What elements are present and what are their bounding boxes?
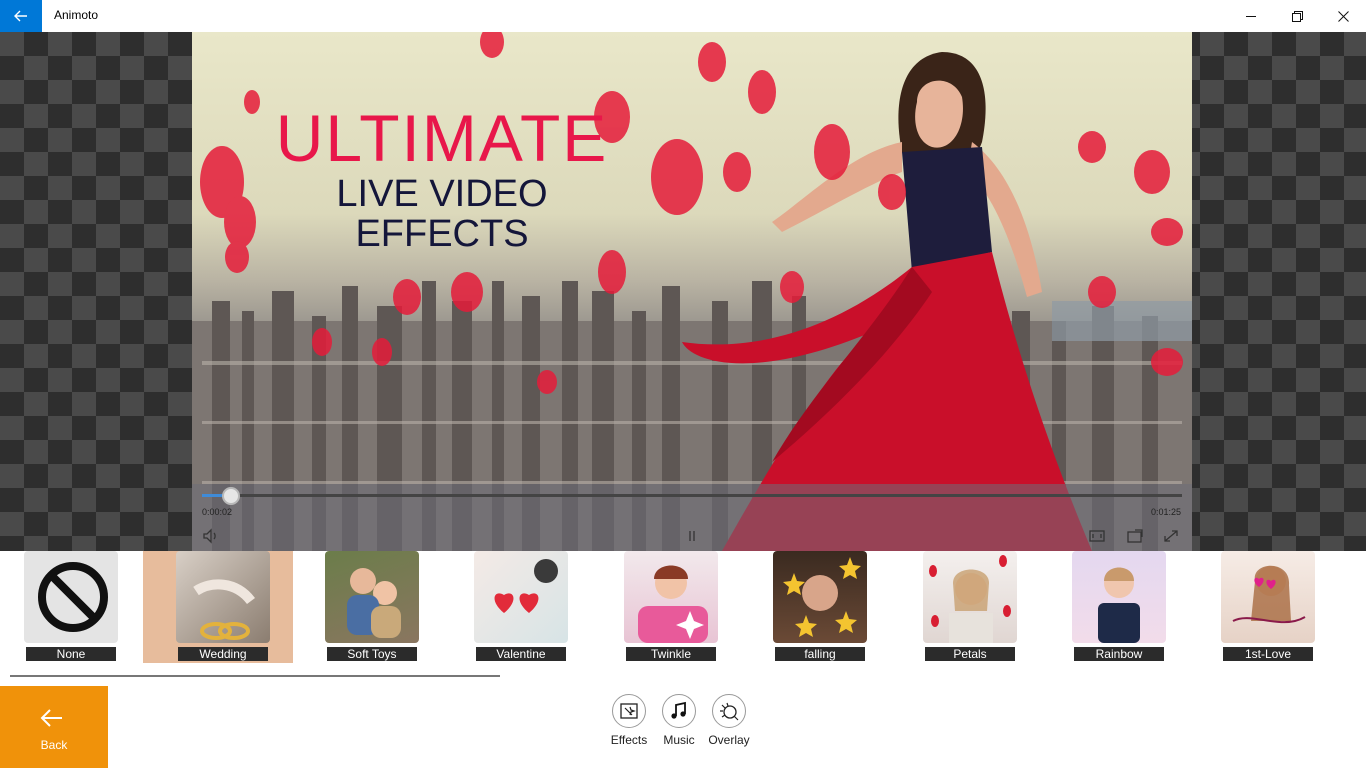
- overlay-title-line2: LIVE VIDEO EFFECTS: [336, 173, 548, 255]
- effect-label: Rainbow: [1074, 647, 1164, 661]
- overlay-icon: [712, 694, 746, 728]
- pause-button[interactable]: [683, 528, 701, 544]
- children-thumbnail: [325, 551, 419, 643]
- valentine-hearts-thumbnail: [474, 551, 568, 643]
- back-button[interactable]: Back: [0, 686, 108, 768]
- effect-label: None: [26, 647, 116, 661]
- effect-soft-toys[interactable]: Soft Toys: [325, 551, 419, 663]
- effect-valentine[interactable]: Valentine: [474, 551, 568, 663]
- effects-tool-button[interactable]: Effects: [604, 694, 654, 754]
- seek-bar[interactable]: [202, 487, 1182, 505]
- restore-button[interactable]: [1274, 0, 1320, 32]
- total-time: 0:01:25: [1151, 507, 1182, 517]
- aspect-ratio-icon: [1089, 530, 1105, 542]
- effect-label: Petals: [925, 647, 1015, 661]
- minimize-button[interactable]: [1228, 0, 1274, 32]
- effect-petals[interactable]: Petals: [923, 551, 1017, 663]
- effect-1st-love[interactable]: 1st-Love: [1221, 551, 1315, 663]
- effect-rainbow[interactable]: Rainbow: [1072, 551, 1166, 663]
- tool-label: Overlay: [708, 733, 750, 747]
- effect-label: Soft Toys: [327, 647, 417, 661]
- arrow-left-icon: [14, 10, 27, 22]
- minimize-icon: [1246, 16, 1256, 17]
- aspect-ratio-button[interactable]: [1088, 528, 1106, 544]
- app-title: Animoto: [54, 8, 99, 22]
- falling-stars-thumbnail: [773, 551, 867, 643]
- fullscreen-icon: [1164, 530, 1178, 542]
- close-icon: [1337, 10, 1349, 22]
- elapsed-time: 0:00:02: [202, 507, 233, 517]
- twinkle-girl-thumbnail: [624, 551, 718, 643]
- back-label: Back: [40, 738, 68, 752]
- no-entry-icon: [24, 551, 118, 643]
- rainbow-woman-thumbnail: [1072, 551, 1166, 643]
- effect-label: Wedding: [178, 647, 268, 661]
- video-title-overlay: ULTIMATE LIVE VIDEO EFFECTS: [262, 102, 622, 254]
- effect-label: 1st-Love: [1223, 647, 1313, 661]
- effects-strip: None Wedding Soft Toys Valentine Twinkle…: [0, 551, 1366, 669]
- tool-label: Music: [663, 733, 695, 747]
- fullscreen-button[interactable]: [1162, 528, 1180, 544]
- preview-stage: ULTIMATE LIVE VIDEO EFFECTS 0:00:02 0:01…: [0, 32, 1366, 551]
- arrow-left-icon: [40, 709, 62, 727]
- close-button[interactable]: [1320, 0, 1366, 32]
- music-note-icon: [662, 694, 696, 728]
- wedding-rings-thumbnail: [176, 551, 270, 643]
- overlay-tool-button[interactable]: Overlay: [704, 694, 754, 754]
- restore-icon: [1291, 10, 1303, 22]
- effects-scrollbar[interactable]: [10, 675, 500, 677]
- music-tool-button[interactable]: Music: [654, 694, 704, 754]
- effect-label: Twinkle: [626, 647, 716, 661]
- media-controls: 0:00:02 0:01:25: [192, 484, 1192, 551]
- effect-label: falling: [775, 647, 865, 661]
- speaker-icon: [203, 528, 216, 544]
- pause-icon: [689, 531, 695, 541]
- effect-twinkle[interactable]: Twinkle: [624, 551, 718, 663]
- tool-label: Effects: [610, 733, 648, 747]
- rose-petals-thumbnail: [923, 551, 1017, 643]
- effect-falling[interactable]: falling: [773, 551, 867, 663]
- title-bar: Animoto: [0, 0, 1366, 32]
- effect-none[interactable]: None: [24, 551, 118, 663]
- effect-wedding[interactable]: Wedding: [143, 551, 293, 663]
- volume-button[interactable]: [202, 528, 220, 544]
- first-love-thumbnail: [1221, 551, 1315, 643]
- titlebar-back-button[interactable]: [0, 0, 42, 32]
- effects-icon: [612, 694, 646, 728]
- cast-button[interactable]: [1126, 528, 1144, 544]
- overlay-title-line1: ULTIMATE: [275, 101, 609, 175]
- video-player[interactable]: ULTIMATE LIVE VIDEO EFFECTS: [192, 32, 1192, 551]
- cast-icon: [1127, 529, 1143, 543]
- effect-label: Valentine: [476, 647, 566, 661]
- seek-thumb[interactable]: [222, 487, 240, 505]
